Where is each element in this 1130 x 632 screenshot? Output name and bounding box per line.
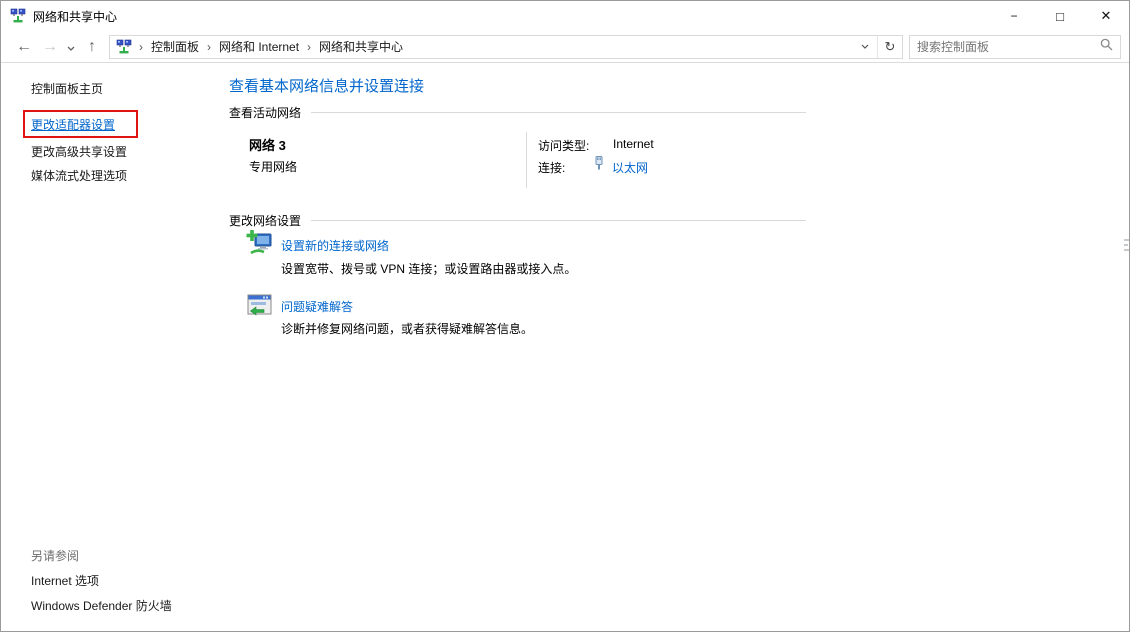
navigation-toolbar: ← → ↑ › 控制面板 › 网络和 Intern	[1, 31, 1129, 63]
breadcrumb-separator-icon: ›	[136, 40, 146, 54]
refresh-button[interactable]: ↻	[877, 36, 902, 58]
minimize-button[interactable]: −	[991, 1, 1037, 31]
page-title: 查看基本网络信息并设置连接	[229, 75, 424, 96]
address-dropdown-chevron-icon[interactable]	[852, 36, 877, 58]
troubleshoot-icon	[247, 294, 273, 321]
network-column-divider	[526, 132, 527, 188]
window-body: 控制面板主页 更改适配器设置 更改高级共享设置 媒体流式处理选项 另请参阅 In…	[1, 63, 1129, 631]
section-divider	[311, 112, 806, 113]
search-input[interactable]	[917, 40, 1096, 54]
sidebar-item-windows-defender-firewall[interactable]: Windows Defender 防火墙	[31, 597, 172, 614]
active-networks-section-header: 查看活动网络	[229, 104, 806, 121]
troubleshoot-problems-description: 诊断并修复网络问题，或者获得疑难解答信息。	[281, 320, 533, 337]
sidebar-item-change-adapter-settings[interactable]: 更改适配器设置	[31, 116, 115, 133]
access-type-value: Internet	[613, 137, 654, 151]
maximize-button[interactable]: □	[1037, 1, 1083, 31]
change-settings-section-header: 更改网络设置	[229, 212, 806, 229]
sidebar-item-control-panel-home[interactable]: 控制面板主页	[31, 80, 103, 97]
setup-new-connection-description: 设置宽带、拨号或 VPN 连接；或设置路由器或接入点。	[281, 260, 576, 277]
address-bar[interactable]: › 控制面板 › 网络和 Internet › 网络和共享中心 ↻	[109, 35, 903, 59]
address-network-center-icon[interactable]	[116, 39, 132, 55]
sidebar-item-media-streaming-options[interactable]: 媒体流式处理选项	[31, 167, 127, 184]
ethernet-connection-link[interactable]: 以太网	[612, 159, 648, 176]
breadcrumb-network-internet[interactable]: 网络和 Internet	[214, 36, 304, 58]
breadcrumb-control-panel[interactable]: 控制面板	[146, 36, 204, 58]
window-controls: − □ ✕	[991, 1, 1129, 31]
ethernet-icon	[593, 155, 605, 174]
breadcrumb-network-sharing-center[interactable]: 网络和共享中心	[314, 36, 408, 58]
breadcrumb-separator-icon: ›	[304, 40, 314, 54]
sidebar-item-internet-options[interactable]: Internet 选项	[31, 572, 99, 589]
new-connection-icon	[246, 229, 274, 260]
back-button[interactable]: ←	[11, 34, 37, 60]
network-profile: 专用网络	[249, 158, 297, 175]
change-settings-label: 更改网络设置	[229, 212, 301, 229]
search-box	[909, 35, 1121, 59]
forward-button[interactable]: →	[37, 34, 63, 60]
access-type-label: 访问类型:	[538, 137, 589, 154]
connections-label: 连接:	[538, 159, 565, 176]
title-bar: 网络和共享中心 − □ ✕	[1, 1, 1129, 31]
network-name: 网络 3	[249, 135, 286, 154]
breadcrumb-separator-icon: ›	[204, 40, 214, 54]
search-icon[interactable]	[1100, 38, 1113, 56]
sidebar-item-change-advanced-sharing[interactable]: 更改高级共享设置	[31, 143, 127, 160]
network-sharing-center-window: 网络和共享中心 − □ ✕ ← → ↑	[0, 0, 1130, 632]
section-divider	[311, 220, 806, 221]
sidebar: 控制面板主页 更改适配器设置 更改高级共享设置 媒体流式处理选项 另请参阅 In…	[1, 63, 223, 631]
setup-new-connection-link[interactable]: 设置新的连接或网络	[281, 237, 389, 254]
main-content: 查看基本网络信息并设置连接 查看活动网络 网络 3 专用网络 访问类型: Int…	[229, 63, 1129, 631]
window-title: 网络和共享中心	[33, 8, 117, 25]
active-networks-label: 查看活动网络	[229, 104, 301, 121]
troubleshoot-problems-link[interactable]: 问题疑难解答	[281, 298, 353, 315]
recent-pages-chevron-icon[interactable]	[63, 34, 79, 60]
network-center-icon	[10, 8, 26, 24]
up-button[interactable]: ↑	[79, 34, 105, 60]
close-button[interactable]: ✕	[1083, 1, 1129, 31]
screen-edge-artifact	[1122, 236, 1129, 260]
see-also-header: 另请参阅	[31, 547, 79, 564]
